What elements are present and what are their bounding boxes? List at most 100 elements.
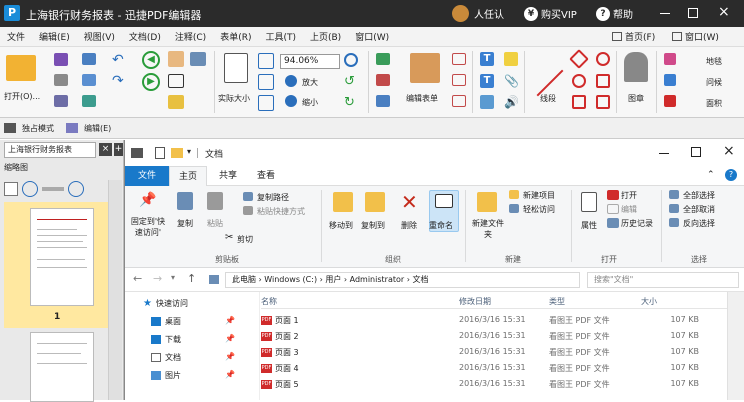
zoom-input[interactable]: 94.06% [280,54,340,69]
new-folder-button[interactable]: 新建文件夹 [471,218,505,240]
copy-path-icon[interactable] [243,192,253,201]
open-folder-icon[interactable] [6,55,36,81]
note-icon[interactable] [504,52,518,66]
window-list-button[interactable]: 窗口(W) [672,30,719,43]
explorer-minimize-icon[interactable] [659,153,669,154]
easy-access-icon[interactable] [509,204,519,213]
column-size[interactable]: 大小 [641,296,657,307]
select-all-button[interactable]: 全部选择 [683,190,715,201]
help-button[interactable]: ? 帮助 [596,6,633,21]
measure-3-label[interactable]: 面积 [706,98,722,109]
menu-tools[interactable]: 工具(T) [258,30,303,43]
list-field-icon[interactable] [376,95,390,107]
menu-comment[interactable]: 注释(C) [168,30,213,43]
undo-icon[interactable]: ↶ [112,52,128,68]
explorer-maximize-icon[interactable] [691,147,701,157]
scan-icon[interactable] [82,74,96,86]
callout-icon[interactable] [480,95,494,109]
text-field-icon[interactable] [376,53,390,65]
recent-dropdown-icon[interactable]: ▾ [171,273,175,282]
email-icon[interactable] [82,53,96,65]
move-to-button[interactable]: 移动到 [329,220,353,231]
back-icon[interactable]: ◀ [142,51,160,69]
new-folder-quick-icon[interactable] [171,148,183,158]
pin-desktop-icon[interactable]: 📌 [225,316,235,325]
thumb-scrollbar[interactable] [108,180,122,400]
paste-shortcut-button[interactable]: 粘贴快捷方式 [257,206,305,217]
thumb-zoom-in-icon[interactable] [68,181,84,197]
measure-1-label[interactable]: 地毯 [706,56,722,67]
stamp-icon[interactable] [624,52,648,82]
menu-file[interactable]: 文件 [0,30,32,43]
thumb-options-icon[interactable] [4,182,18,196]
attach-icon[interactable]: 📎 [504,74,519,88]
actual-size-label[interactable]: 实际大小 [218,93,250,104]
page-thumbnail-1[interactable] [30,208,94,306]
address-input[interactable]: 此电脑 › Windows (C:) › 用户 › Administrator … [225,272,580,288]
forward-nav-icon[interactable]: → [153,272,162,285]
tab-file[interactable]: 文件 [125,166,169,186]
invert-selection-icon[interactable] [669,218,679,227]
snapshot-icon[interactable] [190,52,206,66]
minimize-icon[interactable] [660,13,670,14]
form-tool-2-icon[interactable] [452,74,466,86]
textbox-icon[interactable]: T [480,74,494,88]
nav-pictures[interactable]: 图片 [151,370,181,381]
file-row[interactable]: PDF 页面 2 2016/3/16 15:31 看图王 PDF 文件 107 K… [261,328,744,344]
file-row[interactable]: PDF 页面 3 2016/3/16 15:31 看图王 PDF 文件 107 K… [261,344,744,360]
zoom-out-icon[interactable] [285,95,297,107]
rotate-cw-icon[interactable]: ↻ [344,95,358,110]
edit-form-icon[interactable] [410,53,440,83]
edit-form-label[interactable]: 编辑表单 [406,93,438,104]
menu-window[interactable]: 窗口(W) [348,30,396,43]
rectangle-shape-icon[interactable] [572,95,586,109]
open-button-label[interactable]: 打开(O)... [4,91,40,102]
menu-prev-page[interactable]: 上页(B) [303,30,348,43]
stamp-label[interactable]: 图章 [628,93,644,104]
paste-button[interactable]: 粘贴 [207,218,223,229]
file-row[interactable]: PDF 页面 4 2016/3/16 15:31 看图王 PDF 文件 107 K… [261,360,744,376]
select-none-icon[interactable] [669,204,679,213]
copy-icon[interactable] [177,192,193,210]
maximize-icon[interactable] [688,8,698,18]
nav-desktop[interactable]: 桌面 [151,316,181,327]
ellipse-shape-icon[interactable] [572,74,586,88]
page-thumbnail-2[interactable] [30,332,94,402]
delete-icon[interactable]: ✕ [401,190,418,214]
paste-icon[interactable] [207,192,223,210]
actual-size-icon[interactable] [224,53,248,83]
open-icon[interactable] [607,190,619,200]
nav-quick-access[interactable]: ★ 快速访问 [143,298,188,309]
file-list-scrollbar[interactable] [727,292,744,400]
document-tab[interactable]: 上海银行财务报表 [4,142,96,158]
new-folder-icon[interactable] [477,192,497,212]
sound-icon[interactable]: 🔊 [504,95,519,109]
thumb-zoom-out-icon[interactable] [22,181,38,197]
menu-document[interactable]: 文档(D) [122,30,168,43]
tab-home[interactable]: 主页 [169,166,207,186]
zoom-in-icon[interactable] [285,75,297,87]
avatar[interactable] [452,5,469,22]
zoom-out-label[interactable]: 缩小 [302,97,318,108]
tab-share[interactable]: 共享 [209,166,247,186]
properties-button[interactable]: 属性 [581,220,597,231]
search-input[interactable]: 搜索"文档" [587,272,739,288]
ribbon-collapse-icon[interactable]: ⌃ [707,170,715,180]
fit-page-icon[interactable] [258,53,274,69]
history-button[interactable]: 历史记录 [621,218,653,229]
select-area-icon[interactable] [168,95,184,109]
polygon-shape-icon[interactable] [596,95,610,109]
select-none-button[interactable]: 全部取消 [683,204,715,215]
edit-icon-explorer[interactable] [607,204,619,214]
circle-shape-icon[interactable] [596,52,610,66]
rotate-ccw-icon[interactable]: ↺ [344,74,358,89]
form-tool-3-icon[interactable] [452,95,466,107]
fit-visible-icon[interactable] [258,95,274,111]
paste-shortcut-icon[interactable] [243,206,253,215]
exclusive-mode-button[interactable]: 独占模式 [22,123,54,134]
select-text-icon[interactable] [168,74,184,88]
properties-quick-icon[interactable] [155,147,165,159]
pin-downloads-icon[interactable]: 📌 [225,334,235,343]
file-row[interactable]: PDF 页面 5 2016/3/16 15:31 看图王 PDF 文件 107 K… [261,376,744,392]
zoom-in-label[interactable]: 放大 [302,77,318,88]
